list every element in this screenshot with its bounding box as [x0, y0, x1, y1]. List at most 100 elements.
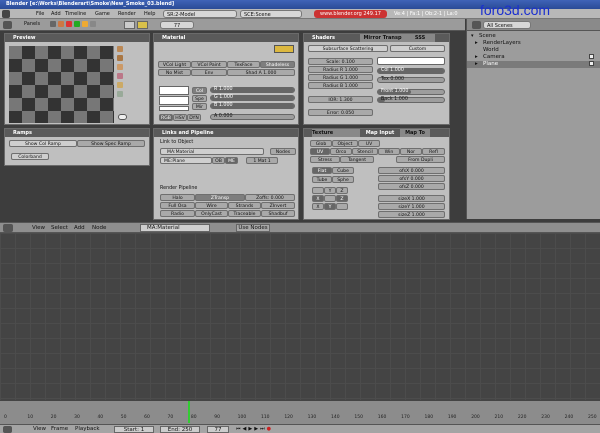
- ofsx-field[interactable]: ofsX 0.000: [378, 167, 445, 174]
- use-nodes-button[interactable]: Use Nodes: [236, 224, 270, 232]
- menu-render[interactable]: Render: [116, 10, 138, 18]
- node-menu-view[interactable]: View: [32, 225, 45, 231]
- lamp-icon[interactable]: [124, 21, 135, 29]
- tab-texture[interactable]: Texture: [312, 129, 360, 137]
- script-icon[interactable]: [58, 21, 64, 27]
- tab-map-to[interactable]: Map To: [400, 129, 430, 137]
- shadbuf-button[interactable]: Shadbuf: [261, 210, 295, 217]
- material-icon[interactable]: [137, 21, 148, 29]
- proj-y-x[interactable]: X: [312, 195, 324, 202]
- zoffs-field[interactable]: Zoffs: 0.000: [245, 194, 295, 201]
- env-button[interactable]: Env: [191, 69, 227, 76]
- outliner-row-plane[interactable]: ▸ Plane: [467, 61, 600, 68]
- onlycast-button[interactable]: OnlyCast: [195, 210, 228, 217]
- node-menu-select[interactable]: Select: [51, 225, 68, 231]
- mir-swatch[interactable]: [159, 106, 189, 111]
- blender-url[interactable]: www.blender.org 249.17: [314, 10, 387, 18]
- no-mist-button[interactable]: No Mist: [158, 69, 191, 76]
- win-button[interactable]: Win: [378, 148, 400, 155]
- material-header[interactable]: Material: [154, 34, 298, 42]
- colorband-button[interactable]: Colorband: [11, 153, 49, 160]
- timeline-menu-playback[interactable]: Playback: [75, 426, 100, 432]
- me-button[interactable]: ME: [225, 157, 238, 164]
- menu-icon[interactable]: [2, 10, 10, 18]
- error-field[interactable]: Error: 0.050: [308, 109, 373, 116]
- sizey-field[interactable]: sizeY 1.000: [378, 203, 445, 210]
- links-header[interactable]: Links and Pipeline: [154, 129, 298, 137]
- spe-swatch[interactable]: [159, 96, 189, 105]
- proj-y-z[interactable]: Z: [336, 195, 348, 202]
- tube-button[interactable]: Tube: [312, 176, 332, 183]
- sizex-field[interactable]: sizeX 1.000: [378, 195, 445, 202]
- scene-icon[interactable]: [90, 21, 96, 27]
- timeline[interactable]: 0 10 20 30 40 50 60 70 80 90 100 110 120 130 140 150 160…: [0, 400, 600, 424]
- traceable-button[interactable]: Traceable: [228, 210, 261, 217]
- screen-selector[interactable]: SR:2-Model: [163, 10, 237, 18]
- outliner-type-icon[interactable]: [472, 21, 481, 29]
- menu-help[interactable]: Help: [142, 10, 157, 18]
- hsv-button[interactable]: HSV: [173, 114, 187, 121]
- spe-button[interactable]: Spe: [192, 95, 207, 102]
- vcol-paint-button[interactable]: VCol Paint: [191, 61, 227, 68]
- show-spec-ramp-button[interactable]: Show Spec Ramp: [77, 140, 145, 147]
- frame-field[interactable]: 77: [160, 21, 194, 29]
- tab-shaders[interactable]: Shaders: [312, 34, 360, 42]
- start-frame-field[interactable]: Start: 1: [114, 426, 154, 433]
- cube-button[interactable]: Cube: [332, 167, 354, 174]
- preview-reset-icon[interactable]: [118, 114, 127, 120]
- preview-cube-icon[interactable]: [117, 64, 123, 70]
- mir-button[interactable]: Mir: [192, 103, 207, 110]
- radius-g-field[interactable]: Radius G 1.000: [308, 74, 373, 81]
- wire-button[interactable]: Wire: [195, 202, 228, 209]
- sss-preset-select[interactable]: Custom: [390, 45, 445, 52]
- node-editor-canvas[interactable]: [0, 233, 600, 400]
- sizez-field[interactable]: sizeZ 1.000: [378, 211, 445, 218]
- preview-header[interactable]: Preview: [5, 34, 149, 42]
- end-frame-field[interactable]: End: 250: [160, 426, 200, 433]
- proj-z-x[interactable]: X: [312, 203, 324, 210]
- outliner-row-scene[interactable]: ▾ Scene: [467, 33, 600, 40]
- node-material-field[interactable]: MA:Material: [140, 224, 210, 232]
- uv-button[interactable]: UV: [358, 140, 380, 147]
- menu-timeline[interactable]: Timeline: [63, 10, 88, 18]
- outliner-row-camera[interactable]: ▸ Camera: [467, 54, 600, 61]
- radius-b-field[interactable]: Radius B 1.000: [308, 82, 373, 89]
- sss-color-swatch[interactable]: [377, 57, 445, 65]
- timeline-type-icon[interactable]: [3, 426, 12, 433]
- menu-file[interactable]: File: [34, 10, 46, 18]
- editing-icon[interactable]: [82, 21, 88, 27]
- visibility-icon[interactable]: [589, 61, 594, 66]
- scale-field[interactable]: Scale: 0.100: [308, 58, 373, 65]
- uv-coord-button[interactable]: UV: [310, 148, 330, 155]
- refl-button[interactable]: Refl: [422, 148, 445, 155]
- record-icon[interactable]: ●: [267, 426, 271, 432]
- texface-button[interactable]: TexFace: [227, 61, 260, 68]
- ztransp-button[interactable]: ZTransp: [195, 194, 245, 201]
- tab-mirror-transp[interactable]: Mirror Transp: [360, 34, 405, 42]
- preview-flat-icon[interactable]: [117, 46, 123, 52]
- tab-map-input[interactable]: Map Input: [360, 129, 400, 137]
- subsurface-toggle[interactable]: Subsurface Scattering: [308, 45, 388, 52]
- editor-type-icon[interactable]: [3, 21, 12, 29]
- glob-button[interactable]: Glob: [310, 140, 332, 147]
- expand-icon[interactable]: ▾: [471, 33, 474, 39]
- shading-icon[interactable]: [66, 21, 72, 27]
- tangent-button[interactable]: Tangent: [340, 156, 374, 163]
- outliner-scene-filter[interactable]: All Scenes: [483, 21, 531, 29]
- timeline-menu-frame[interactable]: Frame: [51, 426, 68, 432]
- proj-x-none[interactable]: [312, 187, 324, 194]
- panels-menu[interactable]: Panels: [24, 21, 40, 27]
- sphe-button[interactable]: Sphe: [332, 176, 354, 183]
- next-key-icon[interactable]: ▶: [254, 426, 258, 432]
- ior-field[interactable]: IOR: 1.300: [308, 96, 373, 103]
- ob-button[interactable]: OB: [212, 157, 225, 164]
- preview-hair-icon[interactable]: [117, 82, 123, 88]
- proj-x-z[interactable]: Z: [336, 187, 348, 194]
- proj-z-none[interactable]: [336, 203, 348, 210]
- from-dupli-button[interactable]: From Dupli: [396, 156, 445, 163]
- timeline-menu-view[interactable]: View: [33, 426, 46, 432]
- expand-icon[interactable]: ▸: [475, 61, 478, 67]
- prev-key-icon[interactable]: ◀: [243, 426, 247, 432]
- orco-button[interactable]: Orco: [330, 148, 352, 155]
- preview-sky-icon[interactable]: [117, 91, 123, 97]
